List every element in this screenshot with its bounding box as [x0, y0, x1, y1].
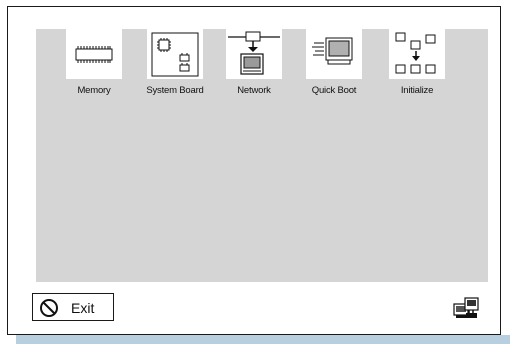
menu-item-quick-boot[interactable]: Quick Boot	[294, 29, 374, 99]
menu-item-label: Quick Boot	[311, 85, 357, 96]
menu-item-network[interactable]: Network	[214, 29, 294, 99]
system-board-tile	[147, 29, 203, 79]
system-board-icon	[151, 32, 199, 77]
quick-boot-icon	[312, 37, 353, 65]
initialize-tile	[389, 29, 445, 79]
network-tile	[226, 29, 282, 79]
menu-item-system-board[interactable]: System Board	[135, 29, 215, 99]
initialize-icon	[395, 32, 436, 74]
memory-tile	[66, 29, 122, 79]
menu-item-label: Initialize	[400, 85, 434, 96]
exit-label: Exit	[71, 300, 95, 316]
quick-boot-tile	[306, 29, 362, 79]
menu-item-initialize[interactable]: Initialize	[377, 29, 457, 99]
bottom-band	[16, 335, 510, 344]
exit-button[interactable]: Exit	[32, 293, 114, 321]
network-icon	[228, 31, 280, 75]
memory-icon	[75, 46, 113, 63]
computer-help-icon[interactable]	[452, 296, 480, 322]
no-symbol-icon	[40, 299, 58, 317]
menu-item-memory[interactable]: Memory	[54, 29, 134, 99]
